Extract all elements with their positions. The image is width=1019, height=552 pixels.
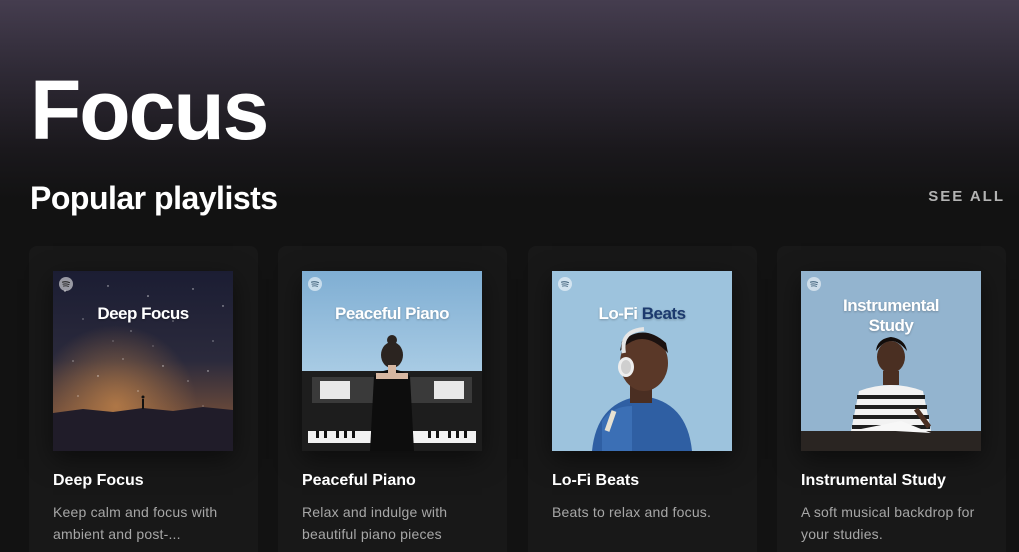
playlist-card-deep-focus[interactable]: Deep Focus Deep Focus Keep calm and focu…	[29, 246, 258, 552]
spotify-logo-icon	[308, 277, 322, 291]
section-title-popular-playlists[interactable]: Popular playlists	[30, 176, 278, 220]
playlist-description: Beats to relax and focus.	[552, 504, 712, 520]
cover-title-line1: Instrumental	[842, 296, 940, 315]
spotify-logo-icon	[807, 277, 821, 291]
playlist-cover-peaceful-piano: Peaceful Piano	[302, 271, 482, 451]
cover-title: Instrumental Study	[801, 296, 981, 336]
cover-title-part1: Lo-Fi	[598, 304, 638, 323]
focus-genre-page: Focus Popular playlists SEE ALL Deep Foc…	[0, 0, 1019, 552]
playlist-description: Keep calm and focus with ambient and pos…	[53, 504, 218, 542]
cover-title-line2: Study	[868, 316, 914, 335]
playlist-card-lofi-beats[interactable]: Lo-Fi Beats Lo-Fi Beats Beats to relax a…	[528, 246, 757, 552]
cover-title: Peaceful Piano	[335, 304, 449, 323]
cover-art-headphones-listener	[552, 271, 732, 451]
see-all-link[interactable]: SEE ALL	[928, 188, 1005, 205]
playlist-cover-instrumental-study: Instrumental Study	[801, 271, 981, 451]
playlist-cover-deep-focus: Deep Focus	[53, 271, 233, 451]
playlist-description: A soft musical backdrop for your studies…	[801, 504, 975, 542]
playlist-name[interactable]: Peaceful Piano	[302, 472, 416, 490]
playlist-card-instrumental-study[interactable]: Instrumental Study Instrumental Study A s…	[777, 246, 1006, 552]
cover-art-pianist	[302, 271, 482, 451]
spotify-logo-icon	[558, 277, 572, 291]
cover-title: Lo-Fi Beats	[552, 304, 732, 324]
cover-title-part2: Beats	[641, 304, 686, 323]
playlist-name[interactable]: Lo-Fi Beats	[552, 472, 639, 490]
cover-title: Deep Focus	[97, 304, 189, 323]
playlist-name[interactable]: Instrumental Study	[801, 472, 946, 490]
cover-art-night-sky	[53, 271, 233, 451]
playlist-name[interactable]: Deep Focus	[53, 472, 144, 490]
playlist-description: Relax and indulge with beautiful piano p…	[302, 504, 448, 542]
playlist-card-peaceful-piano[interactable]: Peaceful Piano Peaceful Piano Relax and …	[278, 246, 507, 552]
playlist-cover-lofi-beats: Lo-Fi Beats	[552, 271, 732, 451]
spotify-logo-icon	[59, 277, 73, 291]
page-title: Focus	[30, 63, 269, 158]
